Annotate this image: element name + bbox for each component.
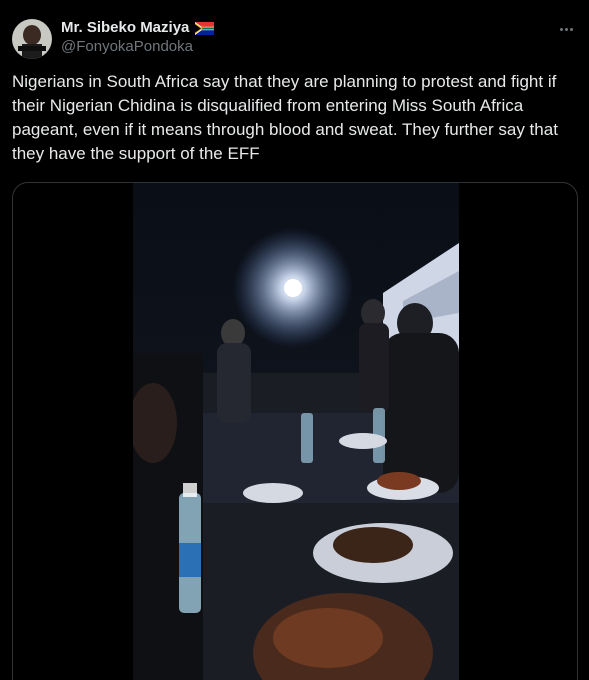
media-container[interactable] xyxy=(12,182,578,680)
avatar[interactable] xyxy=(12,19,52,59)
video-player[interactable] xyxy=(133,183,459,680)
more-dot xyxy=(569,27,573,31)
tweet-text: Nigerians in South Africa say that they … xyxy=(12,72,558,163)
name-row: Mr. Sibeko Maziya xyxy=(61,18,215,37)
author-names: Mr. Sibeko Maziya @FonyokaPondoka xyxy=(61,18,215,56)
more-options-icon[interactable] xyxy=(555,20,577,38)
display-name[interactable]: Mr. Sibeko Maziya xyxy=(61,18,189,37)
tweet-card: Mr. Sibeko Maziya @FonyokaPondoka Nigeri… xyxy=(0,0,589,680)
more-dot xyxy=(564,27,568,31)
more-dot xyxy=(559,27,563,31)
video-frame-image xyxy=(133,183,459,680)
author-handle[interactable]: @FonyokaPondoka xyxy=(61,37,214,56)
tweet-header: Mr. Sibeko Maziya @FonyokaPondoka xyxy=(12,18,577,64)
south-africa-flag-icon xyxy=(195,21,215,35)
